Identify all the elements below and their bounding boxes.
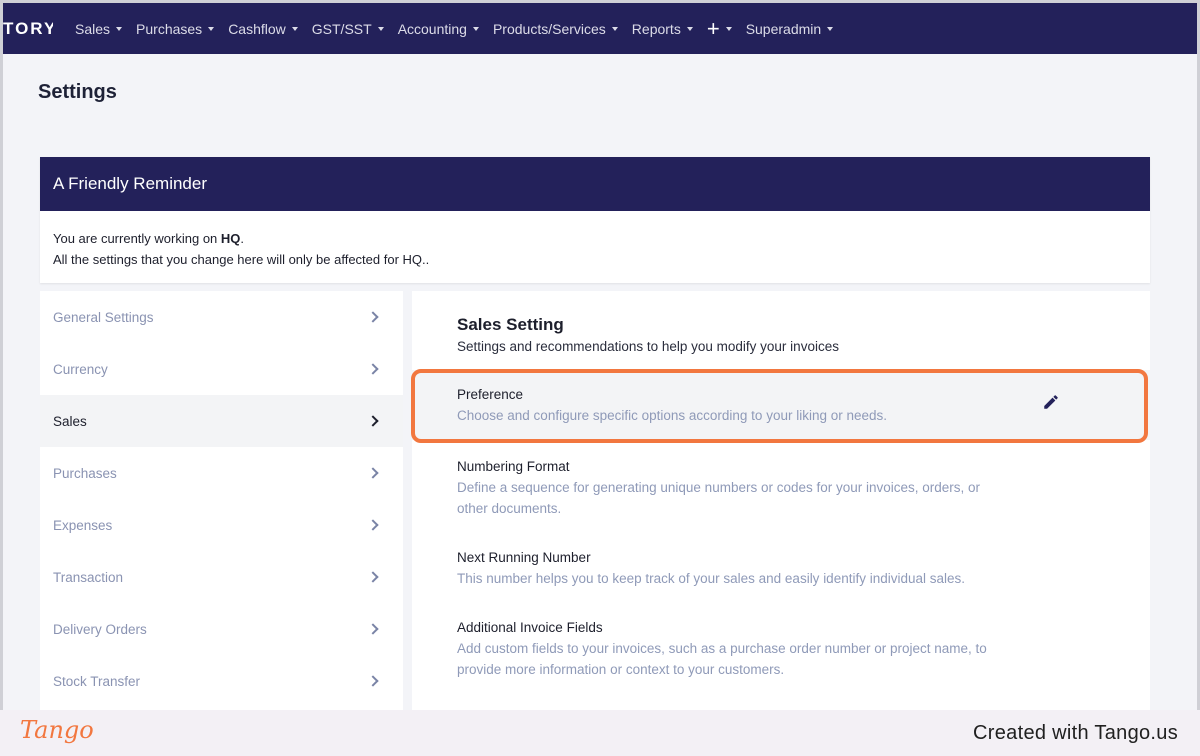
menu-item-general-settings[interactable]: General Settings [40, 291, 403, 343]
nav-reports[interactable]: Reports [632, 21, 693, 37]
caret-down-icon [291, 26, 298, 31]
chevron-right-icon [367, 519, 379, 531]
setting-description: Choose and configure specific options ac… [457, 408, 888, 423]
caret-down-icon [472, 26, 479, 31]
nav-gst-sst[interactable]: GST/SST [312, 21, 384, 37]
menu-item-purchases[interactable]: Purchases [40, 447, 403, 499]
nav-purchases[interactable]: Purchases [136, 21, 215, 37]
reminder-card: A Friendly Reminder You are currently wo… [40, 157, 1150, 283]
page-title: Settings [38, 81, 117, 103]
reminder-body: You are currently working on HQ. All the… [40, 211, 1150, 287]
chevron-right-icon [367, 571, 379, 583]
nav-products-services[interactable]: Products/Services [493, 21, 618, 37]
tango-footer: Tango Created with Tango.us [0, 710, 1200, 756]
tango-logo: Tango [20, 716, 94, 744]
menu-item-delivery-orders[interactable]: Delivery Orders [40, 603, 403, 655]
setting-description: This number helps you to keep track of y… [457, 571, 966, 586]
nav-accounting[interactable]: Accounting [398, 21, 479, 37]
reminder-title: A Friendly Reminder [40, 157, 1150, 211]
nav-sales[interactable]: Sales [75, 21, 123, 37]
reminder-line-2: All the settings that you change here wi… [53, 252, 430, 267]
app-window: TORY Sales Purchases Cashflow GST/SST Ac… [3, 3, 1197, 756]
chevron-right-icon [367, 675, 379, 687]
caret-down-icon [377, 26, 384, 31]
pencil-icon[interactable] [1042, 393, 1060, 411]
top-navbar: TORY Sales Purchases Cashflow GST/SST Ac… [3, 3, 1197, 54]
chevron-right-icon [367, 623, 379, 635]
setting-preference[interactable]: Preference Choose and configure specific… [412, 370, 1150, 440]
chevron-right-icon [367, 467, 379, 479]
setting-title: Numbering Format [457, 459, 570, 474]
brand-logo[interactable]: TORY [3, 19, 53, 39]
caret-down-icon [686, 26, 693, 31]
menu-item-sales[interactable]: Sales [40, 395, 403, 447]
setting-title: Preference [457, 387, 524, 402]
menu-item-currency[interactable]: Currency [40, 343, 403, 395]
nav-add-new[interactable]: + [706, 15, 732, 41]
setting-description: Define a sequence for generating unique … [457, 480, 981, 516]
panel-title: Sales Setting [457, 315, 564, 334]
chevron-right-icon [367, 311, 379, 323]
reminder-line-1: You are currently working on HQ. [53, 231, 245, 246]
nav-cashflow[interactable]: Cashflow [228, 21, 298, 37]
setting-next-running-number[interactable]: Next Running Number This number helps yo… [412, 548, 1150, 589]
chevron-right-icon [367, 363, 379, 375]
branch-name: HQ [220, 231, 241, 246]
chevron-right-icon [367, 415, 379, 427]
caret-down-icon [827, 26, 834, 31]
setting-title: Additional Invoice Fields [457, 620, 603, 635]
caret-down-icon [116, 26, 123, 31]
setting-title: Next Running Number [457, 550, 591, 565]
sales-setting-panel: Sales Setting Settings and recommendatio… [412, 291, 1150, 721]
setting-description: Add custom fields to your invoices, such… [457, 641, 987, 677]
panel-subtitle: Settings and recommendations to help you… [457, 339, 839, 354]
setting-numbering-format[interactable]: Numbering Format Define a sequence for g… [412, 457, 1150, 519]
menu-item-transaction[interactable]: Transaction [40, 551, 403, 603]
menu-item-expenses[interactable]: Expenses [40, 499, 403, 551]
plus-icon: + [706, 15, 720, 41]
caret-down-icon [725, 26, 732, 31]
created-with-text: Created with Tango.us [973, 722, 1178, 744]
setting-additional-invoice-fields[interactable]: Additional Invoice Fields Add custom fie… [412, 618, 1150, 680]
caret-down-icon [611, 26, 618, 31]
menu-item-stock-transfer[interactable]: Stock Transfer [40, 655, 403, 707]
caret-down-icon [208, 26, 215, 31]
nav-superadmin[interactable]: Superadmin [746, 21, 834, 37]
settings-side-menu: General Settings Currency Sales Purchase… [40, 291, 403, 721]
